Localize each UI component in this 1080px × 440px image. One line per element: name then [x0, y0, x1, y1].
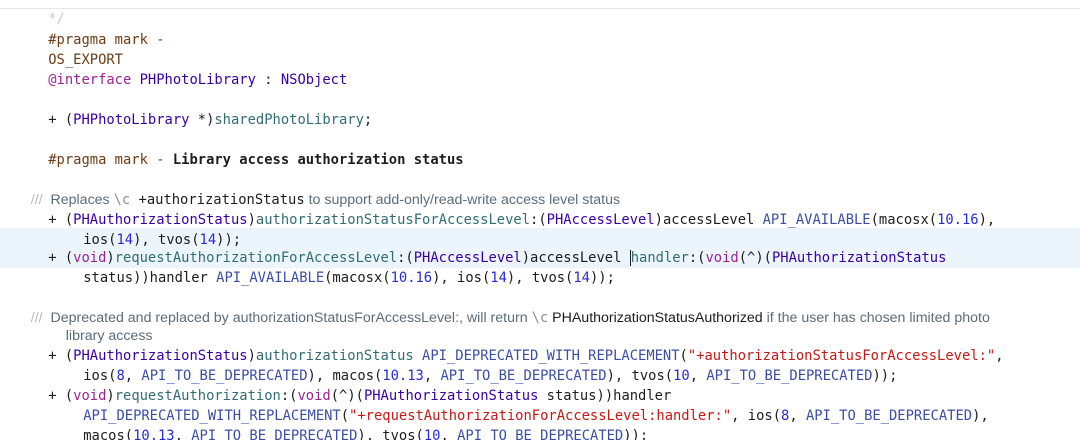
- code-line-request-authorization: + (void)requestAuthorization:(void(^)(PH…: [0, 366, 1080, 404]
- method-prefix: + (: [48, 112, 74, 128]
- code-line-interface: @interface PHPhotoLibrary : NSObject: [0, 50, 1080, 88]
- pointer-token: *): [189, 112, 215, 128]
- method-name: sharedPhotoLibrary: [214, 112, 364, 128]
- version-number: 14: [490, 270, 507, 286]
- platform-token: ), tvos(: [506, 270, 574, 286]
- code-line-continuation-4: API_DEPRECATED_WITH_REPLACEMENT("+reques…: [0, 386, 1080, 424]
- version-number: 10.16: [390, 270, 433, 286]
- code-line-request-authorization-for-access-level[interactable]: + (void)requestAuthorizationForAccessLev…: [0, 228, 1080, 266]
- punct-token: ,: [440, 428, 458, 440]
- superclass-name: NSObject: [280, 72, 348, 88]
- code-line-shared-photo-library: + (PHPhotoLibrary *)sharedPhotoLibrary;: [0, 90, 1080, 128]
- interface-keyword: @interface: [48, 72, 132, 88]
- code-line-pragma-mark: #pragma mark -: [0, 10, 1080, 48]
- code-line-continuation-5: macos(10.13, API_TO_BE_DEPRECATED), tvos…: [0, 406, 1080, 440]
- platform-token: macos(: [83, 428, 134, 440]
- deprecated-macro: API_TO_BE_DEPRECATED: [457, 428, 624, 440]
- code-editor[interactable]: */ #pragma mark - OS_EXPORT @interface P…: [0, 0, 1080, 440]
- version-number: 10.13: [133, 428, 175, 440]
- punct-token: ,: [174, 428, 192, 440]
- code-line-continuation-3: ios(8, API_TO_BE_DEPRECATED), macos(10.1…: [0, 346, 1080, 384]
- doc-comment-line-1: /// Replaces \c +authorizationStatus to …: [0, 170, 1080, 208]
- param-name: status))handler: [83, 270, 217, 286]
- version-number: 14: [573, 270, 590, 286]
- code-line-authorization-status: + (PHAuthorizationStatus)authorizationSt…: [0, 326, 1080, 364]
- punct-token: ));: [623, 428, 649, 440]
- code-line-comment-close: */: [0, 0, 1080, 27]
- class-name: PHPhotoLibrary: [139, 72, 256, 88]
- availability-macro: API_AVAILABLE: [216, 270, 325, 286]
- deprecated-macro: API_TO_BE_DEPRECATED: [191, 428, 358, 440]
- semicolon-token: ;: [363, 112, 373, 128]
- punct-token: ));: [589, 270, 615, 286]
- code-line-continuation-1: ios(14), tvos(14));: [0, 210, 1080, 248]
- platform-token: ), ios(: [432, 270, 491, 286]
- pragma-mark-prefix: #pragma mark -: [48, 152, 173, 168]
- platform-token: ), tvos(: [357, 428, 424, 440]
- code-line-pragma-section: #pragma mark - Library access authorizat…: [0, 130, 1080, 168]
- version-number: 10: [423, 428, 441, 440]
- doc-comment-line-2-continuation: library access: [0, 306, 1080, 344]
- pragma-section-title: Library access authorization status: [172, 152, 464, 168]
- platform-token: (macosx(: [324, 270, 391, 286]
- code-line-authorization-status-for-access-level: + (PHAuthorizationStatus)authorizationSt…: [0, 190, 1080, 228]
- colon-token: :: [255, 72, 281, 88]
- doc-comment-line-2: /// Deprecated and replaced by authoriza…: [0, 288, 1080, 326]
- return-type: PHPhotoLibrary: [73, 112, 190, 128]
- code-line-os-export: OS_EXPORT: [0, 30, 1080, 68]
- code-line-continuation-2[interactable]: status))handler API_AVAILABLE(macosx(10.…: [0, 248, 1080, 286]
